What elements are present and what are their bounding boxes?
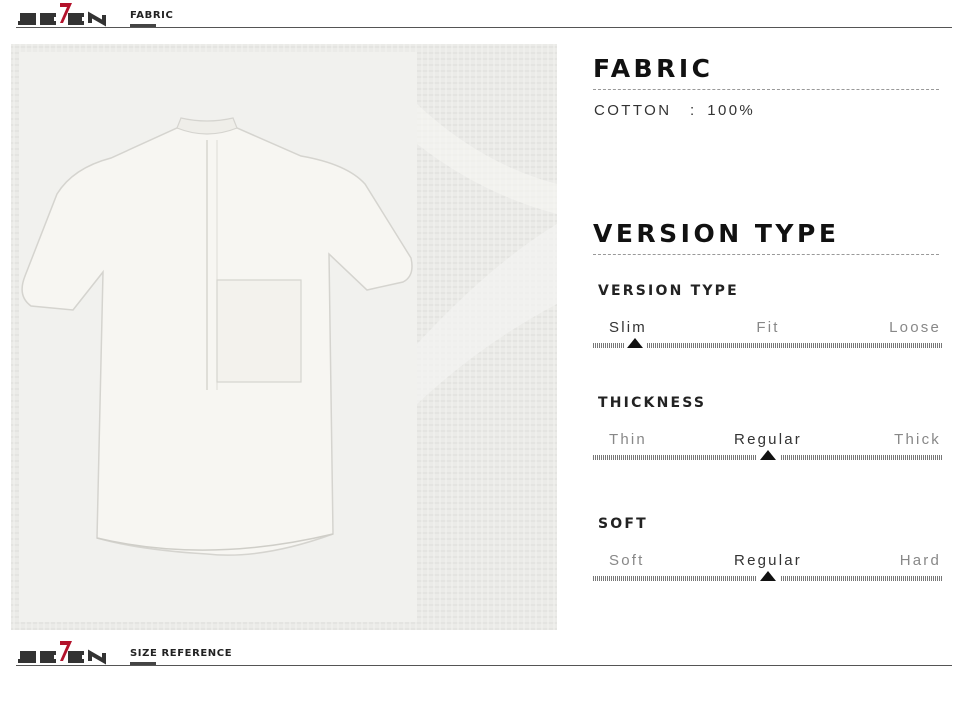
option-label: Regular — [734, 431, 802, 448]
option-label: Loose — [889, 319, 941, 336]
fabric-percentage: 100% — [707, 102, 756, 119]
fabric-heading: FABRIC — [593, 54, 939, 90]
attribute-title: SOFT — [598, 516, 648, 532]
footer-bar: SIZE REFERENCE — [16, 638, 952, 666]
product-photo — [11, 44, 557, 630]
brand-logo-icon — [18, 3, 106, 27]
header-bar: FABRIC — [16, 0, 952, 28]
rating-scale — [593, 338, 942, 348]
rating-scale — [593, 450, 942, 460]
attribute-soft: SOFT Soft Regular Hard — [593, 516, 943, 606]
attribute-title: VERSION TYPE — [598, 283, 739, 299]
fabric-separator: : — [690, 102, 697, 119]
option-label: Regular — [734, 552, 802, 569]
attribute-title: THICKNESS — [598, 395, 707, 411]
footer-section-label: SIZE REFERENCE — [130, 648, 233, 659]
fabric-composition: COTTON : 100% — [594, 102, 755, 119]
option-label: Hard — [899, 552, 941, 569]
attribute-thickness: THICKNESS Thin Regular Thick — [593, 395, 943, 485]
section-tag-fabric: FABRIC — [130, 10, 173, 27]
scale-marker-icon — [627, 338, 643, 348]
scale-marker-icon — [760, 571, 776, 581]
version-heading: VERSION TYPE — [593, 219, 939, 255]
rating-scale — [593, 571, 942, 581]
brand-logo-icon — [18, 641, 106, 665]
header-section-label: FABRIC — [130, 10, 174, 21]
fabric-material: COTTON — [594, 102, 672, 119]
attribute-version-type: VERSION TYPE Slim Fit Loose — [593, 283, 943, 373]
option-label: Thick — [894, 431, 941, 448]
scale-marker-icon — [760, 450, 776, 460]
section-tag-size-reference: SIZE REFERENCE — [130, 648, 232, 665]
